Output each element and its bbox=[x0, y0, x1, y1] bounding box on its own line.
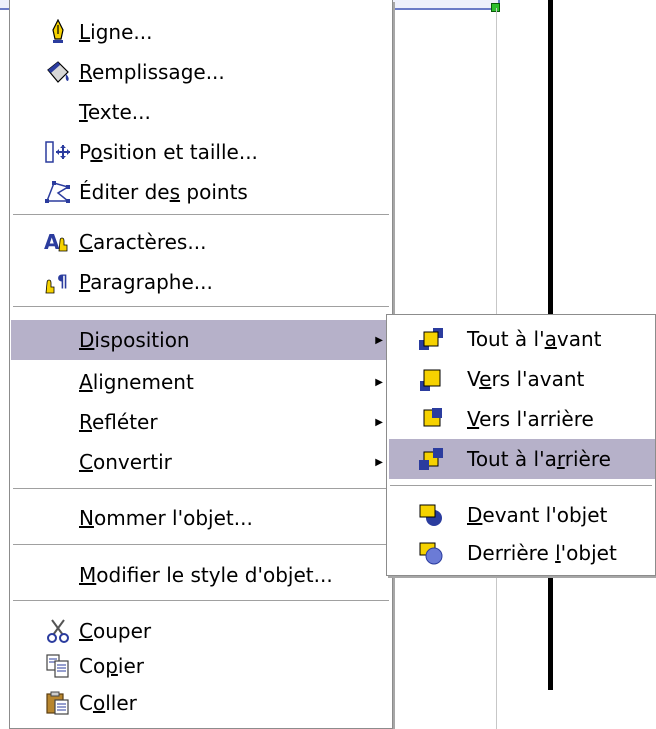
submenu-item-label: Tout à l'arrière bbox=[467, 447, 611, 471]
menu-item-label: Disposition bbox=[79, 328, 190, 352]
bring-to-front-icon bbox=[417, 325, 445, 353]
send-backward-icon bbox=[417, 405, 445, 433]
edit-points-icon bbox=[43, 178, 73, 206]
menu-item-refleter[interactable]: Refléter ▶ bbox=[11, 402, 391, 442]
menu-item-disposition[interactable]: Disposition ▶ bbox=[11, 320, 391, 360]
submenu-item-label: Vers l'arrière bbox=[467, 407, 594, 431]
menu-item-convertir[interactable]: Convertir ▶ bbox=[11, 442, 391, 482]
submenu-item-vers-arriere[interactable]: Vers l'arrière bbox=[389, 399, 655, 439]
menu-item-label: Convertir bbox=[79, 450, 172, 474]
menu-item-couper[interactable]: Couper bbox=[11, 611, 391, 651]
menu-item-label: Refléter bbox=[79, 410, 158, 434]
svg-text:A: A bbox=[44, 230, 60, 254]
menu-item-alignement[interactable]: Alignement ▶ bbox=[11, 362, 391, 402]
menu-item-label: Couper bbox=[79, 619, 152, 643]
position-size-icon bbox=[43, 138, 73, 166]
paste-icon bbox=[43, 689, 73, 717]
submenu-item-devant-objet[interactable]: Devant l'objet bbox=[389, 495, 655, 535]
submenu-arrow-icon: ▶ bbox=[375, 334, 383, 346]
menu-item-modifier-style[interactable]: Modifier le style d'objet... bbox=[11, 555, 391, 595]
submenu-item-tout-avant[interactable]: Tout à l'avant bbox=[389, 319, 655, 359]
menu-item-label: Position et taille... bbox=[79, 140, 258, 164]
submenu-item-vers-avant[interactable]: Vers l'avant bbox=[389, 359, 655, 399]
submenu-item-label: Devant l'objet bbox=[467, 503, 608, 527]
menu-item-label: Alignement bbox=[79, 370, 194, 394]
menu-separator bbox=[13, 544, 389, 546]
menu-item-caracteres[interactable]: A Caractères... bbox=[11, 222, 391, 262]
menu-item-label: Coller bbox=[79, 691, 137, 715]
menu-item-ligne[interactable]: Ligne... bbox=[11, 12, 391, 52]
menu-separator bbox=[13, 600, 389, 602]
menu-item-coller[interactable]: Coller bbox=[11, 683, 391, 723]
submenu-arrow-icon: ▶ bbox=[375, 456, 383, 468]
submenu-item-label: Tout à l'avant bbox=[467, 327, 602, 351]
pen-icon bbox=[43, 18, 73, 46]
menu-item-label: Modifier le style d'objet... bbox=[79, 563, 333, 587]
submenu-separator bbox=[390, 485, 652, 487]
menu-separator bbox=[13, 214, 389, 216]
disposition-submenu: Tout à l'avant Vers l'avant Vers l'arriè… bbox=[386, 314, 656, 576]
menu-item-label: Ligne... bbox=[79, 20, 153, 44]
in-front-of-object-icon bbox=[417, 501, 445, 529]
menu-item-label: Remplissage... bbox=[79, 60, 225, 84]
menu-item-label: Caractères... bbox=[79, 230, 207, 254]
paragraph-icon: ¶ bbox=[43, 268, 73, 296]
characters-icon: A bbox=[43, 228, 73, 256]
behind-object-icon bbox=[417, 539, 445, 567]
menu-item-position-taille[interactable]: Position et taille... bbox=[11, 132, 391, 172]
menu-item-remplissage[interactable]: Remplissage... bbox=[11, 52, 391, 92]
menu-item-label: Éditer des points bbox=[79, 180, 248, 204]
submenu-arrow-icon: ▶ bbox=[375, 376, 383, 388]
menu-separator bbox=[13, 306, 389, 308]
svg-text:¶: ¶ bbox=[57, 272, 68, 292]
submenu-item-tout-arriere[interactable]: Tout à l'arrière bbox=[389, 439, 655, 479]
menu-item-nommer-objet[interactable]: Nommer l'objet... bbox=[11, 498, 391, 538]
menu-item-paragraphe[interactable]: ¶ Paragraphe... bbox=[11, 262, 391, 302]
bring-forward-icon bbox=[417, 365, 445, 393]
menu-item-label: Texte... bbox=[79, 100, 151, 124]
scissors-icon bbox=[43, 617, 73, 645]
menu-item-label: Nommer l'objet... bbox=[79, 506, 253, 530]
submenu-item-label: Vers l'avant bbox=[467, 367, 585, 391]
menu-separator bbox=[13, 488, 389, 490]
menu-item-copier[interactable]: Copier bbox=[11, 646, 391, 686]
copy-icon bbox=[43, 652, 73, 680]
context-menu: Ligne... Remplissage... Texte... Positio… bbox=[9, 0, 393, 729]
send-to-back-icon bbox=[417, 445, 445, 473]
menu-item-label: Paragraphe... bbox=[79, 270, 213, 294]
submenu-item-derriere-objet[interactable]: Derrière l'objet bbox=[389, 533, 655, 573]
menu-item-texte[interactable]: Texte... bbox=[11, 92, 391, 132]
submenu-item-label: Derrière l'objet bbox=[467, 541, 617, 565]
submenu-arrow-icon: ▶ bbox=[375, 416, 383, 428]
menu-item-label: Copier bbox=[79, 654, 144, 678]
paint-bucket-icon bbox=[43, 58, 73, 86]
menu-item-editer-points[interactable]: Éditer des points bbox=[11, 172, 391, 212]
